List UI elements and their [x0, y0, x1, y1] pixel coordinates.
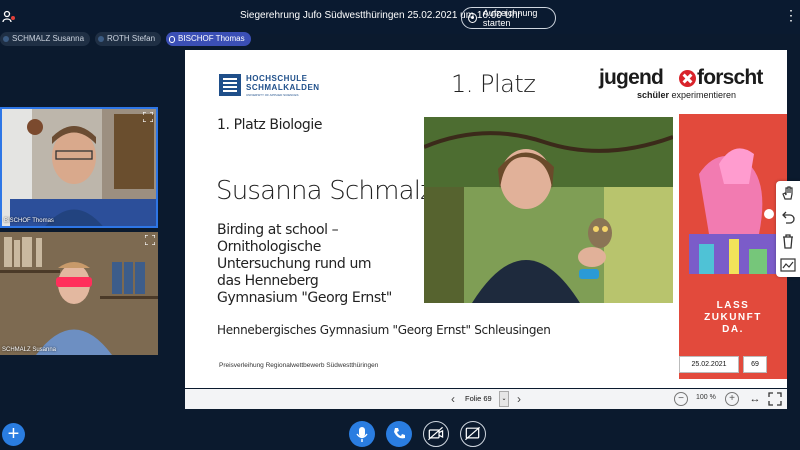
talking-indicator-bar: SCHMALZ Susanna ROTH Stefan BISCHOF Thom… — [0, 32, 251, 46]
logo-word: forscht — [697, 66, 763, 89]
poster-line: LASS — [716, 300, 750, 311]
microphone-button[interactable] — [349, 421, 375, 447]
trash-icon[interactable] — [780, 233, 796, 249]
logo-line: UNIVERSITY OF APPLIED SCIENCES — [246, 93, 299, 97]
winner-photo-image — [424, 117, 673, 303]
actions-plus-button[interactable]: + — [2, 423, 25, 446]
project-line: Untersuchung rund um — [217, 256, 372, 272]
project-line: das Henneberg — [217, 273, 319, 289]
participant-chip[interactable]: ROTH Stefan — [95, 32, 162, 46]
logo-tagline: schüler experimentieren — [637, 90, 736, 100]
winner-photo — [424, 117, 673, 303]
event-name: Preisverleihung Regionalwettbewerb Südwe… — [219, 362, 379, 369]
screen-share-off-icon — [465, 426, 480, 441]
camera-off-icon — [428, 426, 444, 441]
leave-audio-button[interactable] — [386, 421, 412, 447]
slide-number-box: 69 — [743, 356, 767, 373]
poster-graphic — [679, 114, 787, 379]
fit-width-icon[interactable]: ↔ — [747, 392, 763, 406]
project-line: Ornithologische — [217, 239, 321, 255]
logo-x-icon — [679, 70, 696, 87]
share-webcam-button[interactable] — [423, 421, 449, 447]
university-logo: HOCHSCHULE SCHMALKALDEN UNIVERSITY OF AP… — [219, 74, 325, 98]
webcam-tile[interactable]: SCHMALZ Susanna — [0, 232, 158, 355]
project-line: Gymnasium "Georg Ernst" — [217, 290, 392, 306]
winner-name: Susanna Schmalz — [216, 176, 434, 206]
record-label: Aufzeichnung starten — [482, 8, 538, 28]
annotation-toolbar — [776, 181, 800, 277]
phone-icon — [394, 428, 405, 439]
presentation-toolbar: ‹ Folie 69 ⌄ › − 100 % + ↔ — [185, 389, 787, 409]
webcam-label: SCHMALZ Susanna — [2, 347, 57, 353]
slide-selector-label: Folie 69 — [465, 394, 492, 403]
presentation-slide: HOCHSCHULE SCHMALKALDEN UNIVERSITY OF AP… — [185, 50, 787, 388]
next-slide-icon[interactable]: › — [513, 392, 525, 406]
jugend-forscht-logo: jugend forscht schüler experimentieren — [599, 66, 763, 102]
award-category: 1. Platz Biologie — [217, 117, 323, 133]
project-line: Birding at school – — [217, 222, 339, 238]
previous-slide-icon[interactable]: ‹ — [447, 392, 459, 406]
webcam-tile[interactable]: BISCHOF Thomas — [0, 107, 158, 228]
university-logo-mark — [219, 74, 241, 96]
users-icon[interactable] — [2, 10, 16, 24]
school-name: Hennebergisches Gymnasium "Georg Ernst" … — [217, 323, 551, 337]
top-bar: Siegerehrung Jufo Südwestthüringen 25.02… — [0, 0, 800, 34]
webcam-video — [2, 109, 156, 226]
logo-tagline-bold: schüler — [637, 90, 670, 100]
participant-chip-speaking[interactable]: BISCHOF Thomas — [166, 32, 251, 46]
slide-selector[interactable]: Folie 69 ⌄ — [463, 390, 509, 408]
record-button[interactable]: Aufzeichnung starten — [461, 7, 556, 29]
logo-word: jugend — [599, 66, 664, 89]
poster-slogan: LASS ZUKUNFT DA. — [679, 300, 787, 336]
undo-icon[interactable] — [780, 209, 796, 225]
hand-icon[interactable] — [780, 185, 796, 201]
logo-line: HOCHSCHULE — [246, 74, 308, 83]
more-options-icon[interactable]: ⋮ — [784, 8, 798, 22]
fullscreen-icon[interactable] — [767, 392, 783, 406]
logo-tagline-rest: experimentieren — [669, 90, 737, 100]
chevron-down-icon[interactable]: ⌄ — [499, 391, 509, 407]
slide-date: 25.02.2021 — [679, 356, 739, 373]
share-screen-button[interactable] — [460, 421, 486, 447]
expand-icon[interactable] — [143, 112, 153, 122]
microphone-icon — [356, 427, 368, 442]
poster-line: ZUKUNFT — [704, 312, 762, 323]
zoom-out-icon[interactable]: − — [674, 392, 688, 406]
webcam-label: BISCHOF Thomas — [4, 218, 54, 224]
record-icon — [468, 13, 477, 23]
whiteboard-icon[interactable] — [780, 257, 796, 273]
webcam-video — [0, 232, 158, 355]
project-title: Birding at school – Ornithologische Unte… — [217, 222, 417, 307]
participant-chip[interactable]: SCHMALZ Susanna — [0, 32, 91, 46]
logo-line: SCHMALKALDEN — [246, 83, 320, 92]
placement-title: 1. Platz — [451, 70, 536, 98]
zoom-in-icon[interactable]: + — [725, 392, 739, 406]
expand-icon[interactable] — [145, 235, 155, 245]
poster-image: LASS ZUKUNFT DA. — [679, 114, 787, 379]
poster-line: DA. — [722, 324, 744, 335]
zoom-level: 100 % — [696, 394, 716, 401]
